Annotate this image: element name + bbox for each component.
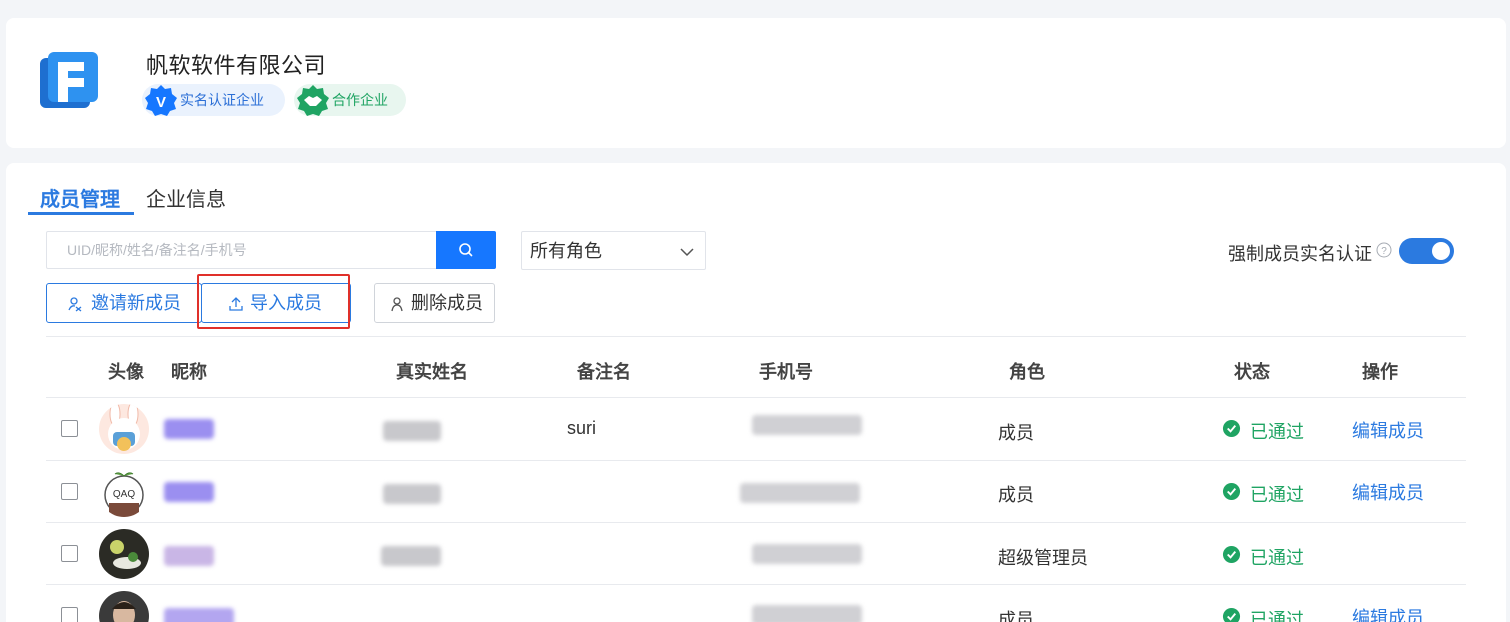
role-cell: 成员 <box>998 423 1034 443</box>
verified-badge: V 实名认证企业 <box>142 84 285 116</box>
svg-text:?: ? <box>1381 246 1387 257</box>
row-checkbox[interactable] <box>61 607 78 622</box>
status-badge: 已通过 <box>1222 544 1304 570</box>
search-box <box>46 231 496 269</box>
phone-redacted <box>752 415 862 435</box>
table-top-divider <box>46 336 1466 337</box>
search-button[interactable] <box>436 231 496 269</box>
tab-members[interactable]: 成员管理 <box>40 183 120 212</box>
status-text: 已通过 <box>1250 422 1304 442</box>
force-verify-toggle[interactable] <box>1399 238 1454 264</box>
members-panel: 成员管理 企业信息 所有角色 强制成员实名认证 ? 邀请新成员 <box>6 163 1506 622</box>
table-row: 超级管理员 已通过 <box>46 523 1466 585</box>
row-checkbox[interactable] <box>61 483 78 500</box>
status-badge: 已通过 <box>1222 606 1304 622</box>
avatar: QAQ <box>99 467 149 517</box>
status-text: 已通过 <box>1250 610 1304 622</box>
realname-redacted <box>383 484 441 504</box>
company-logo <box>40 52 98 108</box>
partner-badge-label: 合作企业 <box>332 92 388 108</box>
phone-redacted <box>752 605 862 622</box>
edit-member-link[interactable]: 编辑成员 <box>1352 417 1424 443</box>
status-badge: 已通过 <box>1222 481 1304 507</box>
col-header-avatar: 头像 <box>108 362 144 382</box>
verified-icon: V <box>145 85 177 116</box>
role-cell: 成员 <box>998 485 1034 505</box>
company-name: 帆软软件有限公司 <box>146 53 327 78</box>
col-header-realname: 真实姓名 <box>396 362 468 382</box>
col-header-ops: 操作 <box>1362 362 1398 382</box>
search-icon <box>459 243 473 257</box>
nickname-redacted <box>164 482 214 502</box>
role-cell: 成员 <box>998 610 1034 622</box>
partner-badge: 合作企业 <box>294 84 406 116</box>
col-header-remark: 备注名 <box>577 362 631 382</box>
svg-text:V: V <box>156 94 166 111</box>
status-text: 已通过 <box>1250 548 1304 568</box>
help-icon[interactable]: ? <box>1376 242 1392 258</box>
delete-member-label: 删除成员 <box>411 293 483 313</box>
table-row: QAQ 成员 已通过 编辑成员 <box>46 461 1466 523</box>
nickname-redacted <box>164 608 234 622</box>
row-checkbox[interactable] <box>61 420 78 437</box>
upload-icon <box>229 297 243 311</box>
col-header-status: 状态 <box>1234 362 1270 382</box>
role-filter-select[interactable]: 所有角色 <box>521 231 706 270</box>
role-filter-value: 所有角色 <box>530 241 602 261</box>
invite-member-label: 邀请新成员 <box>91 293 181 313</box>
company-card: 帆软软件有限公司 V 实名认证企业 合作企业 <box>6 18 1506 148</box>
avatar <box>99 591 149 622</box>
nickname-redacted <box>164 419 214 439</box>
check-circle-icon <box>1222 482 1241 501</box>
status-text: 已通过 <box>1250 485 1304 505</box>
verified-badge-label: 实名认证企业 <box>180 92 264 108</box>
status-badge: 已通过 <box>1222 418 1304 444</box>
delete-member-button[interactable]: 删除成员 <box>374 283 495 323</box>
search-input[interactable] <box>47 232 437 268</box>
add-user-icon <box>68 297 82 312</box>
invite-member-button[interactable]: 邀请新成员 <box>46 283 202 323</box>
phone-redacted <box>740 483 860 503</box>
check-circle-icon <box>1222 607 1241 622</box>
avatar <box>99 529 149 579</box>
nickname-redacted <box>164 546 214 566</box>
force-verify-label: 强制成员实名认证 <box>1228 244 1372 264</box>
toggle-knob <box>1432 242 1450 260</box>
row-checkbox[interactable] <box>61 545 78 562</box>
col-header-role: 角色 <box>1009 362 1045 382</box>
realname-redacted <box>383 421 441 441</box>
table-row: suri 成员 已通过 编辑成员 <box>46 398 1466 460</box>
edit-member-link[interactable]: 编辑成员 <box>1352 479 1424 505</box>
remark-cell: suri <box>567 418 597 438</box>
avatar <box>99 404 149 454</box>
user-icon <box>391 297 403 312</box>
check-circle-icon <box>1222 419 1241 438</box>
phone-redacted <box>752 544 862 564</box>
active-tab-indicator <box>28 212 134 215</box>
import-member-label: 导入成员 <box>250 293 322 313</box>
svg-text:QAQ: QAQ <box>113 489 135 500</box>
check-circle-icon <box>1222 545 1241 564</box>
table-row: 成员 已通过 编辑成员 <box>46 585 1466 622</box>
chevron-down-icon <box>680 248 694 257</box>
tab-company-info[interactable]: 企业信息 <box>146 183 226 212</box>
role-cell: 超级管理员 <box>998 548 1088 568</box>
import-member-button[interactable]: 导入成员 <box>201 283 351 323</box>
col-header-nickname: 昵称 <box>171 362 207 382</box>
edit-member-link[interactable]: 编辑成员 <box>1352 604 1424 622</box>
realname-redacted <box>381 546 441 566</box>
col-header-phone: 手机号 <box>759 362 813 382</box>
handshake-icon <box>297 85 329 116</box>
